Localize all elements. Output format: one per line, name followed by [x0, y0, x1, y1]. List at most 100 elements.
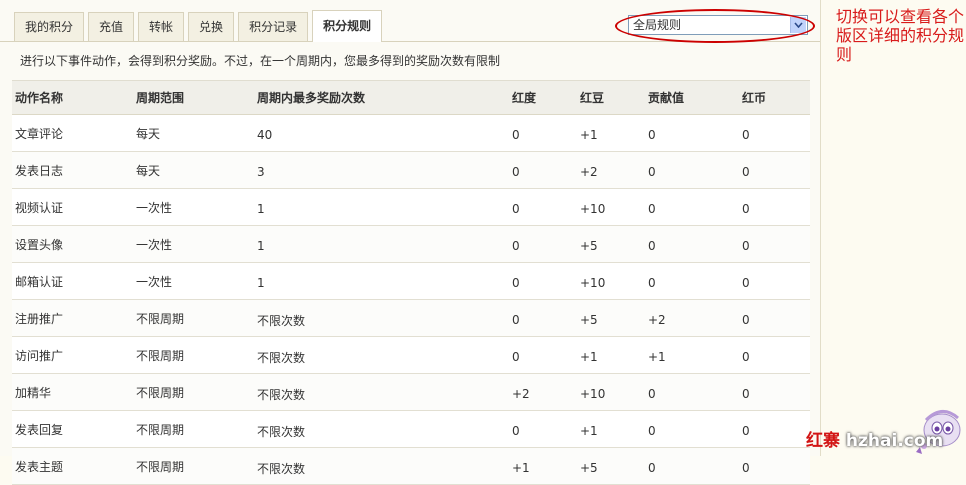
cell-period: 一次性	[133, 188, 254, 226]
cell-action: 发表日志	[12, 151, 133, 189]
credits-panel: 我的积分 充值 转帐 兑换 积分记录 积分规则 全局规则 进行以下事件动作，会得…	[0, 0, 821, 485]
cell-action: 文章评论	[12, 114, 133, 152]
credit-rules-table: 动作名称 周期范围 周期内最多奖励次数 红度 红豆 贡献值 红币 文章评论 每天 4…	[12, 80, 810, 485]
col-max-rewards: 周期内最多奖励次数	[254, 80, 509, 115]
tab-transfer[interactable]: 转帐	[138, 12, 185, 41]
cell-hongdu: 0	[509, 151, 577, 189]
cell-hongdou: +1	[577, 336, 645, 374]
cell-hongdu: 0	[509, 336, 577, 374]
table-row: 加精华 不限周期 不限次数 +2 +10 0 0	[12, 373, 810, 411]
cell-period: 不限周期	[133, 299, 254, 337]
table-row: 发表日志 每天 3 0 +2 0 0	[12, 151, 810, 189]
cell-hongbi: 0	[739, 336, 810, 374]
cell-hongdou: +10	[577, 373, 645, 411]
cell-period: 不限周期	[133, 336, 254, 374]
cell-hongdu: 0	[509, 299, 577, 337]
col-contribution: 贡献值	[645, 80, 739, 115]
site-watermark: 红寨 hzhai.com	[806, 426, 943, 451]
cell-max-rewards: 不限次数	[254, 336, 509, 374]
cell-hongbi: 0	[739, 299, 810, 337]
cell-contribution: 0	[645, 447, 739, 485]
cell-max-rewards: 不限次数	[254, 373, 509, 411]
cell-hongdou: +10	[577, 262, 645, 300]
tab-recharge[interactable]: 充值	[88, 12, 135, 41]
cell-hongdou: +2	[577, 151, 645, 189]
cell-contribution: 0	[645, 410, 739, 448]
tab-exchange[interactable]: 兑换	[188, 12, 235, 41]
cell-hongbi: 0	[739, 151, 810, 189]
rules-intro: 进行以下事件动作，会得到积分奖励。不过，在一个周期内，您最多得到的奖励次数有限制	[20, 54, 501, 68]
table-row: 文章评论 每天 40 0 +1 0 0	[12, 114, 810, 152]
cell-max-rewards: 1	[254, 188, 509, 226]
cell-hongdu: 0	[509, 188, 577, 226]
annotation-note: 切换可以查看各个版区详细的积分规则	[836, 7, 965, 64]
cell-action: 访问推广	[12, 336, 133, 374]
cell-action: 发表回复	[12, 410, 133, 448]
cell-hongdu: 0	[509, 225, 577, 263]
cell-period: 不限周期	[133, 373, 254, 411]
tab-bar: 我的积分 充值 转帐 兑换 积分记录 积分规则	[14, 10, 386, 42]
cell-action: 加精华	[12, 373, 133, 411]
cell-period: 一次性	[133, 225, 254, 263]
cell-contribution: 0	[645, 225, 739, 263]
cell-hongdu: 0	[509, 410, 577, 448]
col-hongdu: 红度	[509, 80, 577, 115]
cell-action: 邮箱认证	[12, 262, 133, 300]
cell-hongdou: +1	[577, 114, 645, 152]
cell-period: 一次性	[133, 262, 254, 300]
cell-period: 每天	[133, 114, 254, 152]
cell-action: 注册推广	[12, 299, 133, 337]
col-hongdou: 红豆	[577, 80, 645, 115]
cell-hongdu: +2	[509, 373, 577, 411]
cell-contribution: 0	[645, 151, 739, 189]
cell-max-rewards: 1	[254, 225, 509, 263]
col-hongbi: 红币	[739, 80, 810, 115]
table-row: 访问推广 不限周期 不限次数 0 +1 +1 0	[12, 336, 810, 374]
cell-action: 视频认证	[12, 188, 133, 226]
cell-hongdou: +10	[577, 188, 645, 226]
annotation-circle	[615, 9, 815, 43]
cell-action: 发表主题	[12, 447, 133, 485]
cell-action: 设置头像	[12, 225, 133, 263]
cell-max-rewards: 40	[254, 114, 509, 152]
cell-hongdou: +5	[577, 299, 645, 337]
cell-hongbi: 0	[739, 410, 810, 448]
cell-hongbi: 0	[739, 262, 810, 300]
cell-hongbi: 0	[739, 114, 810, 152]
tab-credit-rules[interactable]: 积分规则	[312, 10, 383, 42]
col-action: 动作名称	[12, 80, 133, 115]
cell-max-rewards: 不限次数	[254, 447, 509, 485]
cell-hongbi: 0	[739, 447, 810, 485]
table-row: 设置头像 一次性 1 0 +5 0 0	[12, 225, 810, 263]
cell-max-rewards: 3	[254, 151, 509, 189]
col-period: 周期范围	[133, 80, 254, 115]
cell-period: 每天	[133, 151, 254, 189]
table-row: 发表回复 不限周期 不限次数 0 +1 0 0	[12, 410, 810, 448]
cell-hongbi: 0	[739, 373, 810, 411]
cell-hongdou: +5	[577, 447, 645, 485]
cell-contribution: +2	[645, 299, 739, 337]
watermark-cn: 红寨	[806, 431, 840, 451]
tab-my-credits[interactable]: 我的积分	[14, 12, 85, 41]
cell-hongbi: 0	[739, 225, 810, 263]
cell-hongdu: +1	[509, 447, 577, 485]
cell-period: 不限周期	[133, 447, 254, 485]
table-row: 邮箱认证 一次性 1 0 +10 0 0	[12, 262, 810, 300]
cell-contribution: 0	[645, 262, 739, 300]
cell-period: 不限周期	[133, 410, 254, 448]
cell-hongdu: 0	[509, 114, 577, 152]
cell-hongdou: +1	[577, 410, 645, 448]
tab-credit-log[interactable]: 积分记录	[238, 12, 309, 41]
cell-max-rewards: 不限次数	[254, 410, 509, 448]
cell-hongdou: +5	[577, 225, 645, 263]
table-row: 发表主题 不限周期 不限次数 +1 +5 0 0	[12, 447, 810, 485]
cell-contribution: 0	[645, 373, 739, 411]
table-row: 视频认证 一次性 1 0 +10 0 0	[12, 188, 810, 226]
cell-contribution: 0	[645, 114, 739, 152]
cell-hongdu: 0	[509, 262, 577, 300]
cell-hongbi: 0	[739, 188, 810, 226]
table-row: 注册推广 不限周期 不限次数 0 +5 +2 0	[12, 299, 810, 337]
cell-contribution: +1	[645, 336, 739, 374]
cell-max-rewards: 不限次数	[254, 299, 509, 337]
table-header-row: 动作名称 周期范围 周期内最多奖励次数 红度 红豆 贡献值 红币	[12, 80, 810, 115]
